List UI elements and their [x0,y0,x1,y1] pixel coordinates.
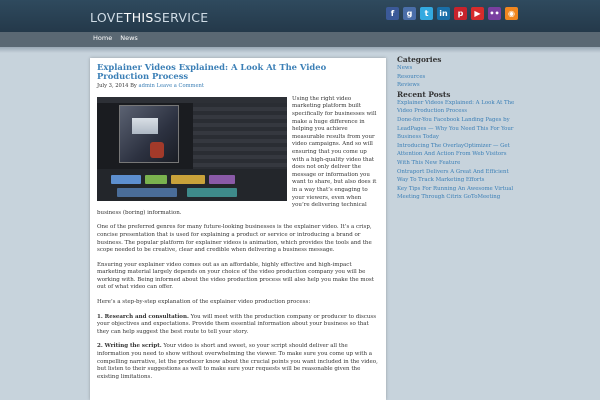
editor-timeline [97,168,287,201]
logo-part-love: LOVE [90,10,124,25]
twitter-icon[interactable]: t [420,7,433,20]
post-title[interactable]: Explainer Videos Explained: A Look At Th… [97,62,379,82]
pinterest-icon[interactable]: p [454,7,467,20]
category-link[interactable]: Resources [397,73,515,82]
recent-post-link[interactable]: Explainer Videos Explained: A Look At Th… [397,99,515,116]
google-plus-icon[interactable]: g [403,7,416,20]
post-paragraph: One of the preferred genres for many fut… [97,224,372,254]
post-by: By [130,82,137,89]
recent-post-link[interactable]: Key Tips For Running An Awesome Virtual … [397,185,515,202]
editor-panel [193,102,287,169]
linkedin-icon[interactable]: in [437,7,450,20]
post-author-link[interactable]: admin [139,83,155,89]
recent-posts-heading: Recent Posts [397,89,451,99]
youtube-icon[interactable]: ▶ [471,7,484,20]
timeline-clip [171,174,205,184]
recent-post-link[interactable]: Done-for-You Facebook Landing Pages by L… [397,116,515,142]
categories-heading: Categories [397,55,442,64]
category-link[interactable]: News [397,64,515,73]
social-icons: f g t in p ▶ •• ◉ [386,7,518,20]
post-image-video-editor [97,96,287,201]
rss-icon[interactable]: ◉ [505,7,518,20]
post-meta: July 3, 2014 By admin Leave a Comment [97,83,379,89]
post-paragraph: Ensuring your explainer video comes out … [97,261,374,291]
post-step: 2. Writing the script. Your video is sho… [97,343,379,381]
category-link[interactable]: Reviews [397,81,515,90]
post-step: 1. Research and consultation. You will m… [97,314,379,337]
main-content: Explainer Videos Explained: A Look At Th… [90,58,386,400]
step-label: 1. Research and consultation. [97,313,189,320]
logo-part-service: SERVICE [153,10,209,25]
logo-part-this: THIS [123,10,154,25]
sidebar: Categories News Resources Reviews Recent… [397,56,515,202]
timeline-clip [209,174,235,184]
timeline-clip [145,174,167,184]
preview-screen [132,117,158,134]
site-logo[interactable]: LOVETHISSERVICE [90,10,208,25]
post-date: July 3, 2014 [97,82,129,89]
nav-shadow [0,47,600,53]
timeline-clip [187,187,237,197]
preview-chair [150,141,164,158]
nav-item-news[interactable]: News [120,34,138,42]
recent-post-link[interactable]: Ontraport Delivers A Great And Efficient… [397,168,515,185]
facebook-icon[interactable]: f [386,7,399,20]
site-header: LOVETHISSERVICE f g t in p ▶ •• ◉ [0,0,600,32]
flickr-icon[interactable]: •• [488,7,501,20]
editor-preview [119,104,179,163]
timeline-clip [111,174,141,184]
main-nav: Home News [0,32,600,47]
post-body: Using the right video marketing platform… [97,96,379,382]
nav-item-home[interactable]: Home [93,34,112,42]
recent-post-link[interactable]: Introducing The OverlayOptimizer — Get A… [397,142,515,168]
timeline-clip [117,187,177,197]
leave-comment-link[interactable]: Leave a Comment [157,83,204,89]
post-paragraph: Here’s a step-by-step explanation of the… [97,299,311,306]
step-label: 2. Writing the script. [97,343,162,350]
